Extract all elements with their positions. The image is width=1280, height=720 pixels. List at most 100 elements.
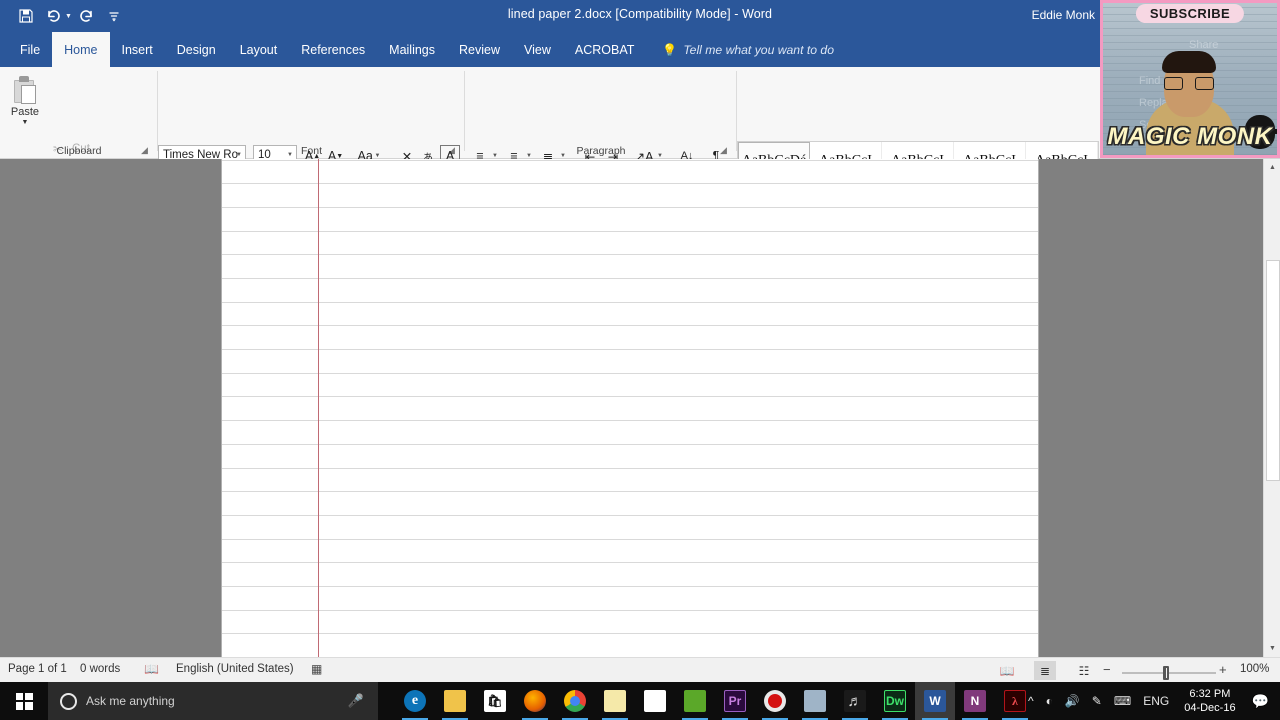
taskbar-app-word[interactable]: W	[915, 682, 955, 720]
document-icon	[644, 690, 666, 712]
taskbar-app-dreamweaver[interactable]: Dw	[875, 682, 915, 720]
rule-line	[222, 160, 1038, 161]
zoom-in-button[interactable]: +	[1219, 662, 1227, 677]
taskbar-app-chrome[interactable]	[555, 682, 595, 720]
rule-line	[222, 586, 1038, 587]
taskbar-app-file-explorer[interactable]	[435, 682, 475, 720]
tab-acrobat[interactable]: ACROBAT	[563, 32, 647, 67]
paste-button[interactable]: Paste ▼	[6, 73, 44, 141]
rule-line	[222, 491, 1038, 492]
language-indicator[interactable]: English (United States)	[176, 663, 294, 675]
presenter-glasses	[1164, 77, 1214, 90]
group-label-clipboard: Clipboard	[56, 145, 102, 157]
tab-view[interactable]: View	[512, 32, 563, 67]
pen-icon[interactable]: ✎	[1086, 694, 1108, 708]
web-layout-button[interactable]: ☷	[1073, 661, 1095, 680]
chevron-down-icon[interactable]: ▼	[236, 152, 242, 158]
taskbar-app-onenote[interactable]: N	[955, 682, 995, 720]
zoom-out-button[interactable]: −	[1103, 662, 1111, 677]
ribbon-home-tab-content: Paste ▼ ✂ Cut 📋 Copy 🖌 Format Painter Cl…	[0, 67, 1280, 200]
zoom-slider-midpoint	[1166, 668, 1167, 678]
tab-references[interactable]: References	[289, 32, 377, 67]
tab-file[interactable]: File	[8, 32, 52, 67]
chevron-down-icon[interactable]: ▼	[287, 152, 293, 158]
taskbar-app-evernote[interactable]	[675, 682, 715, 720]
rule-line	[222, 325, 1038, 326]
microphone-icon[interactable]: 🎤	[348, 693, 364, 709]
taskbar-app-display-settings[interactable]	[795, 682, 835, 720]
rule-line	[222, 444, 1038, 445]
clock[interactable]: 6:32 PM 04-Dec-16	[1175, 687, 1244, 715]
tab-design[interactable]: Design	[165, 32, 228, 67]
rule-line	[222, 468, 1038, 469]
tab-review[interactable]: Review	[447, 32, 512, 67]
rule-line	[222, 633, 1038, 634]
firefox-icon	[524, 690, 546, 712]
document-canvas[interactable]	[0, 159, 1280, 684]
taskbar-app-firefox[interactable]	[515, 682, 555, 720]
show-hidden-icons-icon[interactable]: ^	[1022, 694, 1040, 708]
windows-taskbar: Ask me anything 🎤 e 🛍 Pr ♬ Dw W N λ ^ ◐ …	[0, 682, 1280, 720]
cortana-search-box[interactable]: Ask me anything 🎤	[48, 682, 378, 720]
taskbar-app-audacity[interactable]: ♬	[835, 682, 875, 720]
language-indicator[interactable]: ENG	[1137, 694, 1175, 708]
start-button[interactable]	[0, 682, 48, 720]
cortana-icon	[60, 692, 77, 710]
scroll-up-icon[interactable]: ▲	[1264, 159, 1280, 176]
tab-mailings[interactable]: Mailings	[377, 32, 447, 67]
onenote-icon: N	[964, 690, 986, 712]
scrollbar-thumb[interactable]	[1266, 260, 1280, 481]
rule-line	[222, 539, 1038, 540]
audacity-icon: ♬	[844, 690, 866, 712]
store-bag-icon: 🛍	[484, 690, 506, 712]
rule-line	[222, 207, 1038, 208]
proofing-errors-icon[interactable]: 📖	[144, 662, 159, 676]
document-page[interactable]	[222, 159, 1038, 657]
taskbar-app-edge[interactable]: e	[395, 682, 435, 720]
taskbar-app-notepad[interactable]	[635, 682, 675, 720]
rule-line	[222, 420, 1038, 421]
monitor-icon	[804, 690, 826, 712]
subscribe-badge[interactable]: SUBSCRIBE	[1135, 4, 1245, 23]
tab-insert[interactable]: Insert	[110, 32, 165, 67]
taskbar-app-microsoft-store[interactable]: 🛍	[475, 682, 515, 720]
taskbar-app-buttons: e 🛍 Pr ♬ Dw W N λ	[395, 682, 1035, 720]
taskbar-app-premiere-pro[interactable]: Pr	[715, 682, 755, 720]
action-center-icon[interactable]: 💬	[1245, 693, 1280, 710]
tell-me-search[interactable]: 💡 Tell me what you want to do	[646, 32, 834, 67]
premiere-icon: Pr	[724, 690, 746, 712]
tab-home[interactable]: Home	[52, 32, 110, 67]
clipboard-dialog-launcher[interactable]: ◢	[139, 145, 150, 156]
rule-line	[222, 183, 1038, 184]
taskbar-app-sticky-notes[interactable]	[595, 682, 635, 720]
status-bar: Page 1 of 1 0 words 📖 English (United St…	[0, 657, 1280, 682]
paste-label: Paste	[10, 106, 40, 118]
webcam-overlay: Share Find Replace Select SUBSCRIBE MAGI…	[1100, 0, 1280, 158]
ghost-share-label: Share	[1189, 39, 1219, 51]
zoom-slider-track[interactable]	[1122, 672, 1216, 674]
paste-dropdown-icon[interactable]: ▼	[22, 119, 29, 126]
volume-icon[interactable]: 🔊	[1059, 694, 1086, 708]
clock-time: 6:32 PM	[1189, 688, 1231, 700]
page-indicator[interactable]: Page 1 of 1	[8, 663, 67, 675]
rule-line	[222, 396, 1038, 397]
vertical-scrollbar[interactable]: ▲ ▼	[1263, 159, 1280, 657]
signed-in-user[interactable]: Eddie Monk	[1032, 8, 1095, 22]
rule-line	[222, 562, 1038, 563]
read-mode-button[interactable]: 📖	[996, 661, 1018, 680]
taskbar-app-screen-recorder[interactable]	[755, 682, 795, 720]
wifi-icon[interactable]: ◐	[1040, 694, 1059, 708]
rule-line	[222, 515, 1038, 516]
macro-record-icon[interactable]: ▦	[311, 662, 322, 676]
rule-line	[222, 231, 1038, 232]
print-layout-button[interactable]: ≣	[1034, 661, 1056, 680]
rule-line	[222, 278, 1038, 279]
channel-watermark: MAGIC MONK	[1107, 123, 1273, 150]
word-count[interactable]: 0 words	[80, 663, 120, 675]
sticky-note-icon	[604, 690, 626, 712]
touch-keyboard-icon[interactable]: ⌨	[1108, 694, 1137, 708]
page-right-edge	[1038, 159, 1039, 657]
tab-layout[interactable]: Layout	[228, 32, 290, 67]
zoom-level[interactable]: 100%	[1240, 663, 1269, 675]
scroll-down-icon[interactable]: ▼	[1264, 640, 1280, 657]
